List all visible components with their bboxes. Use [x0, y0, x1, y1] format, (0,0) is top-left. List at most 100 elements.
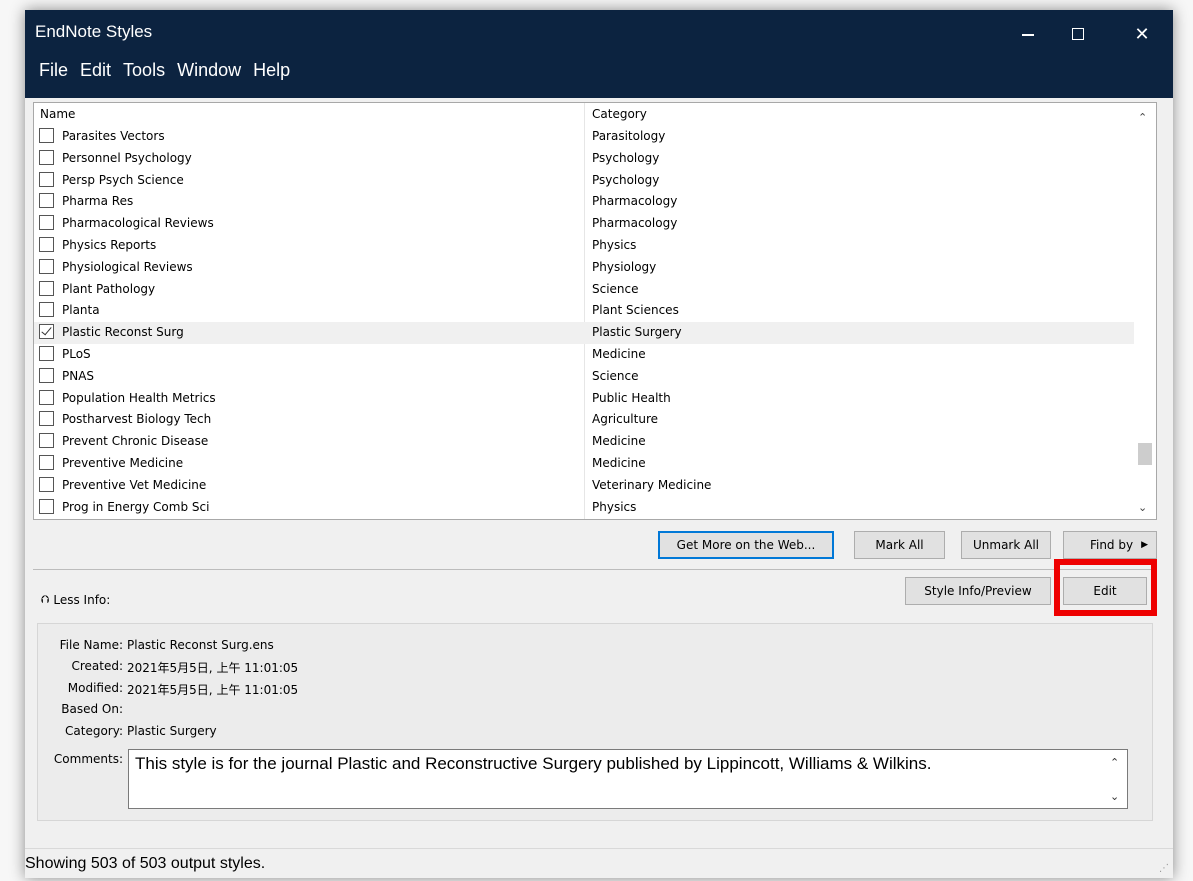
list-row[interactable]: Personnel Psychology Psychology — [34, 148, 1134, 170]
list-scrollbar[interactable]: ⌃ ⌄ — [1134, 103, 1156, 519]
scroll-down-icon[interactable]: ⌄ — [1138, 501, 1147, 514]
row-style-name: PLoS — [62, 347, 91, 361]
style-checkbox[interactable] — [39, 149, 54, 165]
row-style-name: Physiological Reviews — [62, 259, 193, 274]
triangle-right-icon: ▶ — [1141, 540, 1148, 550]
style-checkbox[interactable] — [39, 433, 54, 449]
comments-text: This style is for the journal Plastic an… — [135, 754, 932, 773]
style-info-panel: File Name: Plastic Reconst Surg.ens Crea… — [37, 623, 1153, 821]
minimize-icon — [1022, 34, 1034, 36]
menu-help[interactable]: Help — [247, 60, 296, 81]
row-category: Science — [592, 281, 639, 296]
style-checkbox[interactable] — [39, 367, 54, 383]
list-row[interactable]: Postharvest Biology Tech Agriculture — [34, 409, 1134, 431]
menu-tools[interactable]: Tools — [117, 60, 171, 81]
category-label: Category: — [65, 724, 123, 738]
window-title: EndNote Styles — [35, 22, 153, 41]
resize-grip-icon[interactable]: ⋰ — [1159, 863, 1169, 874]
style-checkbox[interactable] — [39, 128, 54, 143]
endnote-styles-window: EndNote Styles ✕ File Edit Tools Window … — [25, 10, 1173, 878]
list-row[interactable]: Pharma Res Pharmacology — [34, 191, 1134, 213]
row-style-name: Prevent Chronic Disease — [62, 434, 209, 449]
list-row[interactable]: Planta Plant Sciences — [34, 300, 1134, 322]
row-category: Veterinary Medicine — [592, 477, 712, 492]
get-more-on-web-button[interactable]: Get More on the Web... — [658, 531, 834, 559]
row-category: Parasitology — [592, 129, 666, 143]
comments-scroll-down-icon[interactable]: ⌄ — [1110, 790, 1119, 803]
comments-textarea[interactable]: This style is for the journal Plastic an… — [128, 749, 1128, 809]
column-header-name[interactable]: Name — [40, 107, 75, 121]
list-row[interactable]: PLoS Medicine — [34, 344, 1134, 366]
row-category: Psychology — [592, 172, 660, 187]
column-header-category[interactable]: Category — [592, 107, 647, 121]
row-style-name: Preventive Medicine — [62, 456, 184, 470]
file-name-value: Plastic Reconst Surg.ens — [127, 638, 274, 652]
comments-scroll-up-icon[interactable]: ⌃ — [1110, 756, 1119, 769]
row-category: Pharmacology — [592, 216, 678, 231]
file-name-label: File Name: — [59, 638, 123, 652]
style-checkbox[interactable] — [39, 215, 54, 231]
highlight-annotation-box — [1054, 559, 1157, 616]
list-row[interactable]: PNAS Science — [34, 366, 1134, 388]
style-checkbox[interactable] — [39, 193, 54, 209]
comments-scrollbar[interactable]: ⌃ ⌄ — [1105, 750, 1127, 808]
row-category: Physics — [592, 238, 637, 252]
style-checkbox[interactable] — [39, 455, 54, 470]
maximize-button[interactable] — [1055, 16, 1101, 52]
category-value: Plastic Surgery — [127, 724, 217, 738]
style-checkbox[interactable] — [39, 302, 54, 318]
list-row[interactable]: Physics Reports Physics — [34, 235, 1134, 257]
separator — [33, 569, 1157, 570]
style-checkbox[interactable] — [39, 237, 54, 252]
list-row[interactable]: Prog in Energy Comb Sci Physics — [34, 497, 1134, 519]
list-row[interactable]: Prevent Chronic Disease Medicine — [34, 431, 1134, 453]
style-checkbox[interactable] — [39, 476, 54, 492]
menu-file[interactable]: File — [33, 60, 74, 81]
list-row[interactable]: Population Health Metrics Public Health — [34, 388, 1134, 410]
list-row[interactable]: Persp Psych Science Psychology — [34, 170, 1134, 192]
list-row[interactable]: Parasites Vectors Parasitology — [34, 126, 1134, 148]
checkmark-icon — [41, 324, 52, 336]
row-category: Physics — [592, 499, 637, 514]
minimize-button[interactable] — [1005, 16, 1051, 52]
row-style-name: PNAS — [62, 368, 95, 383]
mark-all-button[interactable]: Mark All — [854, 531, 945, 559]
row-style-name: Planta — [62, 303, 100, 318]
menu-edit[interactable]: Edit — [74, 60, 117, 81]
row-style-name: Population Health Metrics — [62, 390, 216, 405]
find-by-label: Find by — [1089, 538, 1134, 552]
styles-list[interactable]: Name Category Parasites Vectors Parasitol… — [33, 102, 1157, 520]
style-checkbox[interactable] — [39, 346, 54, 361]
row-category: Pharmacology — [592, 194, 678, 209]
style-info-preview-button[interactable]: Style Info/Preview — [905, 577, 1051, 605]
row-category: Public Health — [592, 390, 671, 405]
list-header: Name Category — [34, 103, 1134, 125]
list-row[interactable]: Preventive Vet Medicine Veterinary Medici… — [34, 475, 1134, 497]
style-checkbox[interactable] — [39, 324, 54, 340]
style-checkbox[interactable] — [39, 280, 54, 296]
style-checkbox[interactable] — [39, 389, 54, 405]
unmark-all-button[interactable]: Unmark All — [961, 531, 1051, 559]
list-row[interactable]: Plastic Reconst Surg Plastic Surgery — [34, 322, 1134, 344]
less-info-toggle[interactable]: ⮉ Less Info: — [41, 593, 110, 607]
collapse-up-arrow-icon: ⮉ — [41, 593, 50, 606]
list-row[interactable]: Pharmacological Reviews Pharmacology — [34, 213, 1134, 235]
title-bar: EndNote Styles ✕ File Edit Tools Window … — [25, 10, 1173, 98]
menu-window[interactable]: Window — [171, 60, 247, 81]
less-info-label: Less Info: — [53, 593, 111, 607]
status-bar: Showing 503 of 503 output styles. ⋰ — [25, 848, 1173, 878]
row-category: Science — [592, 368, 639, 383]
created-label: Created: — [71, 659, 123, 673]
find-by-button[interactable]: Find by ▶ — [1063, 531, 1157, 559]
list-row[interactable]: Physiological Reviews Physiology — [34, 257, 1134, 279]
scroll-up-icon[interactable]: ⌃ — [1138, 111, 1147, 124]
close-icon: ✕ — [1134, 23, 1150, 45]
scroll-thumb[interactable] — [1138, 443, 1152, 465]
style-checkbox[interactable] — [39, 171, 54, 187]
list-row[interactable]: Preventive Medicine Medicine — [34, 453, 1134, 475]
close-button[interactable]: ✕ — [1119, 16, 1165, 52]
style-checkbox[interactable] — [39, 411, 54, 427]
list-row[interactable]: Plant Pathology Science — [34, 279, 1134, 301]
style-checkbox[interactable] — [39, 258, 54, 274]
style-checkbox[interactable] — [39, 498, 54, 514]
